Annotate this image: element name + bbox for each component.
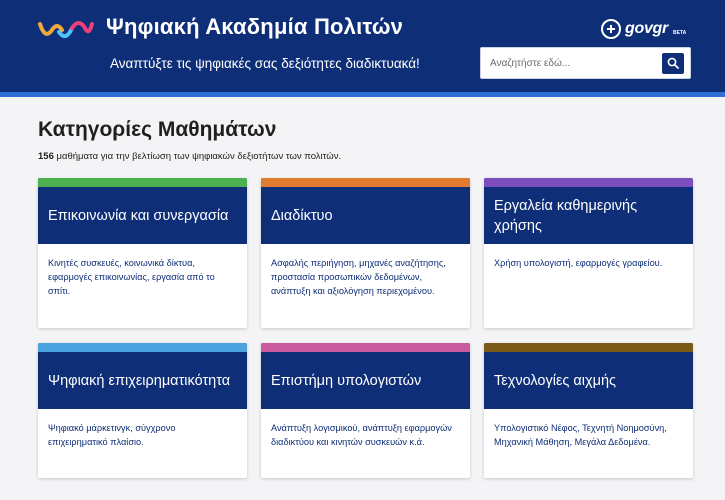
category-description: Ανάπτυξη λογισμικού, ανάπτυξη εφαρμογών … [271,423,452,447]
site-title[interactable]: Ψηφιακή Ακαδημία Πολιτών [106,14,403,40]
category-description: Υπολογιστικό Νέφος, Τεχνητή Νοημοσύνη, Μ… [494,423,667,447]
category-card-header: Διαδίκτυο [261,178,470,244]
category-card-header: Τεχνολογίες αιχμής [484,343,693,409]
category-title[interactable]: Εργαλεία καθημερινής χρήσης [494,196,683,236]
category-title[interactable]: Επιστήμη υπολογιστών [271,371,421,391]
beta-badge: BETA [672,30,687,36]
category-title[interactable]: Ψηφιακή επιχειρηματικότητα [48,371,230,391]
category-card-header: Εργαλεία καθημερινής χρήσης [484,178,693,244]
greek-emblem-icon [601,19,621,39]
category-card[interactable]: Εργαλεία καθημερινής χρήσης Χρήση υπολογ… [484,178,693,328]
category-description: Ψηφιακό μάρκετινγκ, σύγχρονο επιχειρηματ… [48,423,176,447]
govgr-logo[interactable]: govgr BETA [601,18,686,40]
category-title[interactable]: Επικοινωνία και συνεργασία [48,206,228,226]
govgr-logo-text: govgr [625,20,668,37]
site-header: Ψηφιακή Ακαδημία Πολιτών Αναπτύξτε τις ψ… [0,0,725,97]
category-card-header: Επικοινωνία και συνεργασία [38,178,247,244]
category-description: Ασφαλής περιήγηση, μηχανές αναζήτησης, π… [271,258,446,296]
category-card-header: Επιστήμη υπολογιστών [261,343,470,409]
courses-summary: 156 μαθήματα για την βελτίωση των ψηφιακ… [38,151,341,162]
course-count: 156 [38,151,54,162]
category-card[interactable]: Επικοινωνία και συνεργασία Κινητές συσκε… [38,178,247,328]
category-card[interactable]: Διαδίκτυο Ασφαλής περιήγηση, μηχανές ανα… [261,178,470,328]
site-tagline: Αναπτύξτε τις ψηφιακές σας δεξιότητες δι… [110,56,420,71]
category-card[interactable]: Επιστήμη υπολογιστών Ανάπτυξη λογισμικού… [261,343,470,478]
category-card-header: Ψηφιακή επιχειρηματικότητα [38,343,247,409]
page-title: Κατηγορίες Μαθημάτων [38,118,277,141]
category-card[interactable]: Τεχνολογίες αιχμής Υπολογιστικό Νέφος, Τ… [484,343,693,478]
category-description: Χρήση υπολογιστή, εφαρμογές γραφείου. [494,258,663,268]
academy-logo-icon[interactable] [37,16,95,44]
courses-summary-text: μαθήματα για την βελτίωση των ψηφιακών δ… [53,151,342,162]
search-icon [667,57,679,69]
category-card[interactable]: Ψηφιακή επιχειρηματικότητα Ψηφιακό μάρκε… [38,343,247,478]
category-description: Κινητές συσκευές, κοινωνικά δίκτυα, εφαρ… [48,258,215,296]
search-input[interactable] [481,48,657,78]
category-title[interactable]: Τεχνολογίες αιχμής [494,371,616,391]
search-box [480,47,691,79]
category-title[interactable]: Διαδίκτυο [271,206,333,226]
search-button[interactable] [662,53,684,74]
